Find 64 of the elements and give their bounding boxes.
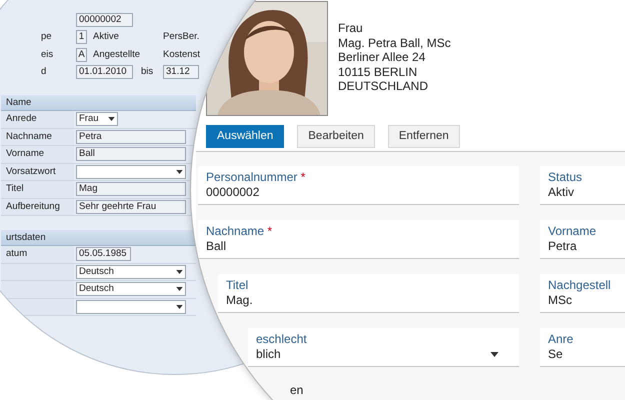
field-label: Nachgestell [548, 278, 612, 293]
field-value: Se [548, 347, 563, 362]
field-label: eschlecht [256, 332, 308, 347]
field-value: Aktiv [548, 185, 574, 200]
label-cell: Aufbereitung [1, 198, 74, 215]
input-field[interactable]: Ball [76, 147, 186, 162]
field-label: Anre [548, 332, 574, 347]
field-label: Nachname * [206, 224, 274, 239]
field-value: Mag. [226, 293, 253, 308]
label-cell: Anrede [1, 111, 74, 128]
caret-icon [176, 170, 183, 174]
address-line: Mag. Petra Ball, MSc [338, 36, 451, 50]
action-button[interactable]: Entfernen [388, 125, 460, 148]
field-label: bis [141, 65, 154, 80]
field-label: pe [41, 31, 52, 42]
field-label: eis [41, 48, 54, 60]
input-field[interactable]: Petra [76, 130, 186, 144]
field-value: Aktive [93, 30, 119, 44]
field-value: Angestellte [93, 48, 140, 62]
dropdown-field[interactable]: eschlecht blich [248, 328, 519, 367]
dropdown-field[interactable]: Deutsch [76, 264, 186, 279]
field-value: Petra [548, 239, 577, 254]
label-cell: Titel [1, 181, 74, 198]
action-button[interactable]: Bearbeiten [297, 125, 375, 148]
caret-icon [176, 304, 183, 309]
field-label: Status [548, 170, 584, 185]
input-field[interactable]: 1 [76, 30, 87, 44]
section-header: urtsdaten [1, 230, 196, 246]
address-line: 10115 BERLIN [338, 64, 418, 79]
input-field[interactable]: A [76, 48, 87, 62]
field-value: MSc [548, 293, 572, 308]
section-title: en [290, 383, 304, 397]
action-button[interactable]: Auswählen [206, 125, 284, 148]
caret-icon [108, 117, 115, 122]
label-cell: atum [1, 246, 74, 262]
caret-icon [490, 352, 499, 357]
address-line: Berliner Allee 24 [338, 50, 426, 64]
field-label: Vorname [548, 224, 598, 239]
address-line: DEUTSCHLAND [338, 79, 430, 94]
label-cell: Vorname [1, 146, 74, 162]
address-line: Frau [338, 21, 364, 36]
caret-icon [176, 270, 183, 274]
section-header: Name [1, 95, 196, 111]
field-value: 00000002 [206, 185, 260, 200]
dropdown-field[interactable]: Frau [76, 112, 118, 126]
label-cell: Vorsatzwort [1, 164, 74, 180]
field-label: Titel [226, 278, 250, 293]
dropdown-field[interactable] [76, 164, 186, 179]
dropdown-field[interactable] [76, 300, 186, 314]
field-label: Personalnummer * [206, 170, 306, 185]
field-value: Ball [206, 239, 226, 254]
input-field[interactable]: 31.12 [163, 65, 199, 80]
input-field[interactable]: 05.05.1985 [76, 247, 131, 262]
field-label: PersBer. [163, 30, 200, 44]
field-value: blich [256, 347, 281, 362]
field-label: Kostenst [163, 48, 200, 62]
caret-icon [176, 287, 183, 292]
input-field[interactable]: 01.01.2010 [76, 65, 133, 80]
input-field[interactable]: Sehr geehrte Frau [76, 200, 186, 214]
field-label: d [41, 66, 46, 78]
input-field[interactable]: 00000002 [76, 12, 133, 27]
dropdown-field[interactable]: Deutsch [76, 282, 186, 296]
input-field[interactable]: Mag [76, 182, 186, 196]
label-cell: Nachname [1, 128, 74, 145]
